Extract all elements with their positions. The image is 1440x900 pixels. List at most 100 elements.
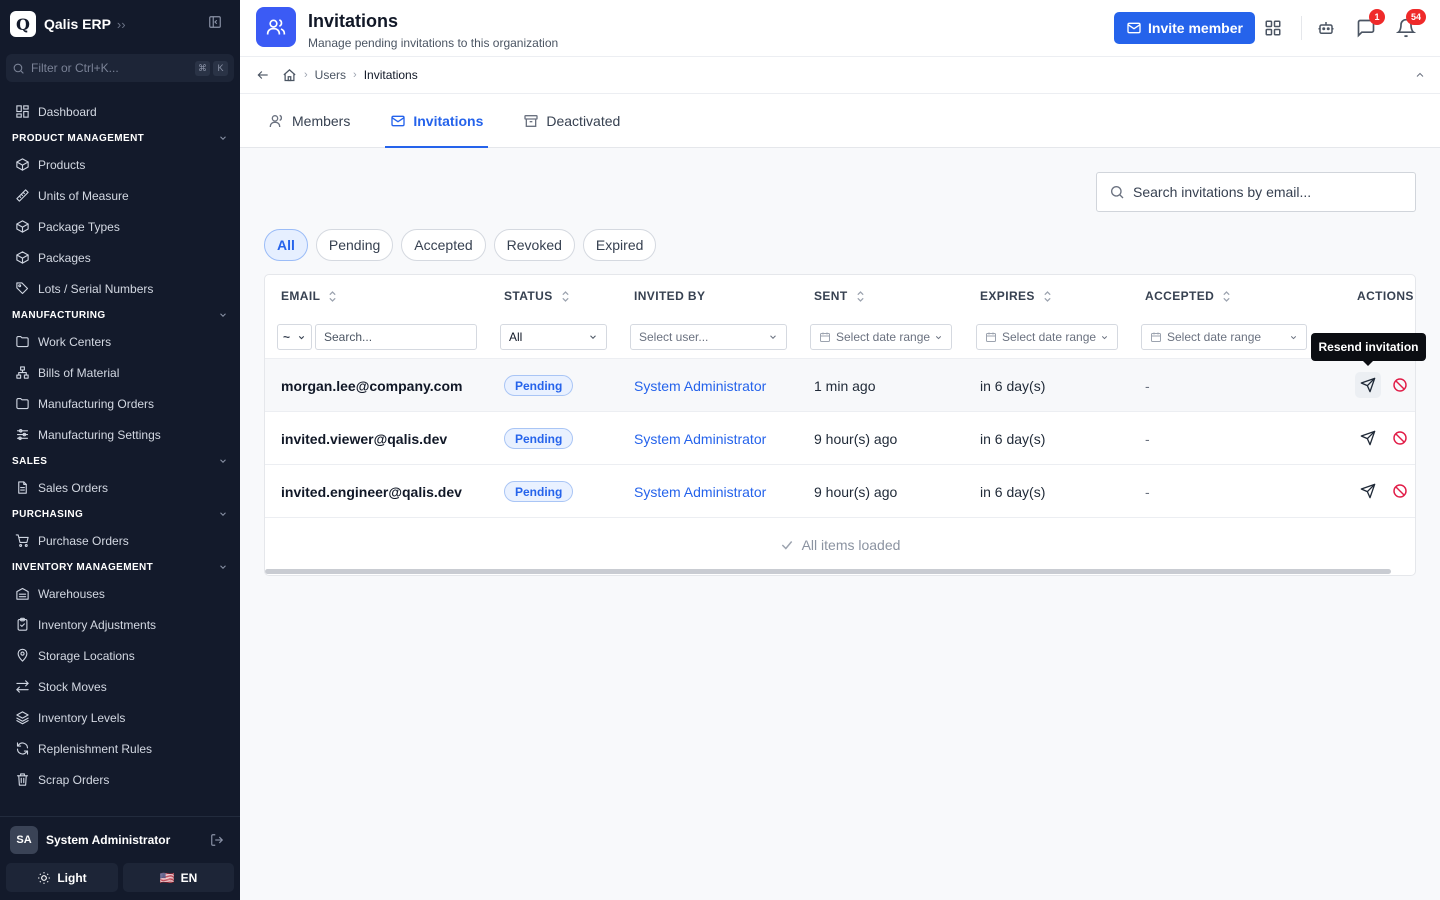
robot-icon[interactable] [1315,17,1337,39]
sidebar-item-lots-serial-numbers[interactable]: Lots / Serial Numbers [0,273,240,304]
sidebar-item-products[interactable]: Products [0,149,240,180]
sidebar-collapse-icon[interactable] [208,15,226,33]
chevron-right-icon: ›› [116,16,126,32]
box-icon [15,250,38,265]
email-operator-select[interactable]: ~ [277,324,312,350]
folder-icon [15,334,38,349]
column-header-sent[interactable]: SENT [814,289,865,303]
resend-invitation-button[interactable] [1355,478,1381,504]
chevron-down-icon [1100,333,1109,342]
check-icon [780,538,794,552]
operator-value: ~ [283,330,291,344]
invited-by-link[interactable]: System Administrator [634,465,766,518]
sidebar-item-label: Purchase Orders [38,533,129,548]
sidebar-item-inventory-levels[interactable]: Inventory Levels [0,702,240,733]
dashboard-icon [15,104,38,119]
column-header-status[interactable]: STATUS [504,289,570,303]
table-row[interactable]: morgan.lee@company.com Pending System Admi… [265,359,1415,412]
resend-invitation-button[interactable] [1355,425,1381,451]
column-header-invited-by: INVITED BY [634,289,705,303]
brand[interactable]: Q Qalis ERP ›› [10,10,126,38]
sidebar-item-purchase-orders[interactable]: Purchase Orders [0,525,240,556]
column-label: INVITED BY [634,289,706,303]
filter-chip-all[interactable]: All [264,229,308,261]
accepted-date-range[interactable]: Select date range [1141,324,1307,350]
tab-invitations[interactable]: Invitations [385,94,489,148]
search-input[interactable] [1133,184,1393,200]
table-row[interactable]: invited.engineer@qalis.dev Pending System … [265,465,1415,518]
column-label: STATUS [504,289,553,303]
revoke-invitation-button[interactable] [1387,372,1413,398]
sidebar-item-units-of-measure[interactable]: Units of Measure [0,180,240,211]
mail-icon [1126,20,1142,36]
column-label: ACCEPTED [1145,289,1215,303]
sort-icon [328,290,337,303]
sidebar-item-replenishment-rules[interactable]: Replenishment Rules [0,733,240,764]
email-filter-input[interactable]: Search... [315,324,477,350]
sidebar-item-bills-of-material[interactable]: Bills of Material [0,357,240,388]
sort-icon [1222,290,1231,303]
filter-chip-accepted[interactable]: Accepted [401,229,486,261]
sidebar-section-inventory-management[interactable]: INVENTORY MANAGEMENT [0,556,240,578]
sidebar-item-work-centers[interactable]: Work Centers [0,326,240,357]
sun-icon [37,871,51,885]
horizontal-scrollbar[interactable] [265,569,1391,574]
accepted-cell: - [1145,377,1150,394]
sidebar-filter-input[interactable]: Filter or Ctrl+K... ⌘ K [6,54,234,82]
sidebar-item-storage-locations[interactable]: Storage Locations [0,640,240,671]
chevron-down-icon [218,562,228,572]
sidebar-item-label: Lots / Serial Numbers [38,281,154,296]
sidebar-item-manufacturing-settings[interactable]: Manufacturing Settings [0,419,240,450]
sidebar-item-manufacturing-orders[interactable]: Manufacturing Orders [0,388,240,419]
filter-chip-pending[interactable]: Pending [315,229,394,261]
search-field[interactable] [1096,172,1416,212]
apps-grid-icon[interactable] [1262,17,1284,39]
back-arrow-icon[interactable] [256,68,270,82]
sidebar-item-packages[interactable]: Packages [0,242,240,273]
tab-members[interactable]: Members [264,94,355,147]
document-icon [15,480,38,495]
sidebar-section-purchasing[interactable]: PURCHASING [0,503,240,525]
resend-invitation-button[interactable] [1355,372,1381,398]
tab-deactivated[interactable]: Deactivated [518,94,625,147]
invited-by-filter-select[interactable]: Select user... [630,324,787,350]
sidebar-item-stock-moves[interactable]: Stock Moves [0,671,240,702]
sidebar-item-sales-orders[interactable]: Sales Orders [0,472,240,503]
logout-icon[interactable] [210,833,224,847]
theme-toggle-button[interactable]: Light [6,863,118,892]
sidebar-item-inventory-adjustments[interactable]: Inventory Adjustments [0,609,240,640]
table-row[interactable]: invited.viewer@qalis.dev Pending System Ad… [265,412,1415,465]
chevron-up-icon[interactable] [1414,69,1426,81]
sidebar-item-warehouses[interactable]: Warehouses [0,578,240,609]
sidebar-item-dashboard[interactable]: Dashboard [0,96,240,127]
home-icon[interactable] [282,68,297,83]
user-menu[interactable]: SA System Administrator [0,817,240,863]
revoke-invitation-button[interactable] [1387,425,1413,451]
column-header-expires[interactable]: EXPIRES [980,289,1052,303]
sidebar-item-scrap-orders[interactable]: Scrap Orders [0,764,240,795]
column-header-email[interactable]: EMAIL [281,289,337,303]
status-filter-select[interactable]: All [500,324,607,350]
invite-member-button[interactable]: Invite member [1114,12,1255,44]
ruler-icon [15,188,38,203]
column-header-accepted[interactable]: ACCEPTED [1145,289,1231,303]
filter-chip-revoked[interactable]: Revoked [493,229,575,261]
revoke-invitation-button[interactable] [1387,478,1413,504]
breadcrumb-users[interactable]: Users [315,68,346,82]
language-button[interactable]: 🇺🇸 EN [123,863,234,892]
sidebar-section-sales[interactable]: SALES [0,450,240,472]
sidebar-section-manufacturing[interactable]: MANUFACTURING [0,304,240,326]
all-items-loaded-text: All items loaded [801,536,901,553]
sidebar-item-label: Scrap Orders [38,772,110,787]
sidebar-item-package-types[interactable]: Package Types [0,211,240,242]
hierarchy-icon [15,365,38,380]
table-header: EMAIL STATUS INVITED BY SENT EXPIRES ACC… [265,275,1415,317]
filter-chip-expired[interactable]: Expired [582,229,657,261]
expires-date-range[interactable]: Select date range [976,324,1118,350]
column-label: ACTIONS [1357,289,1414,303]
invited-by-link[interactable]: System Administrator [634,359,766,412]
invited-by-link[interactable]: System Administrator [634,412,766,465]
refresh-icon [15,741,38,756]
sidebar-section-product-management[interactable]: PRODUCT MANAGEMENT [0,127,240,149]
sent-date-range[interactable]: Select date range [810,324,952,350]
